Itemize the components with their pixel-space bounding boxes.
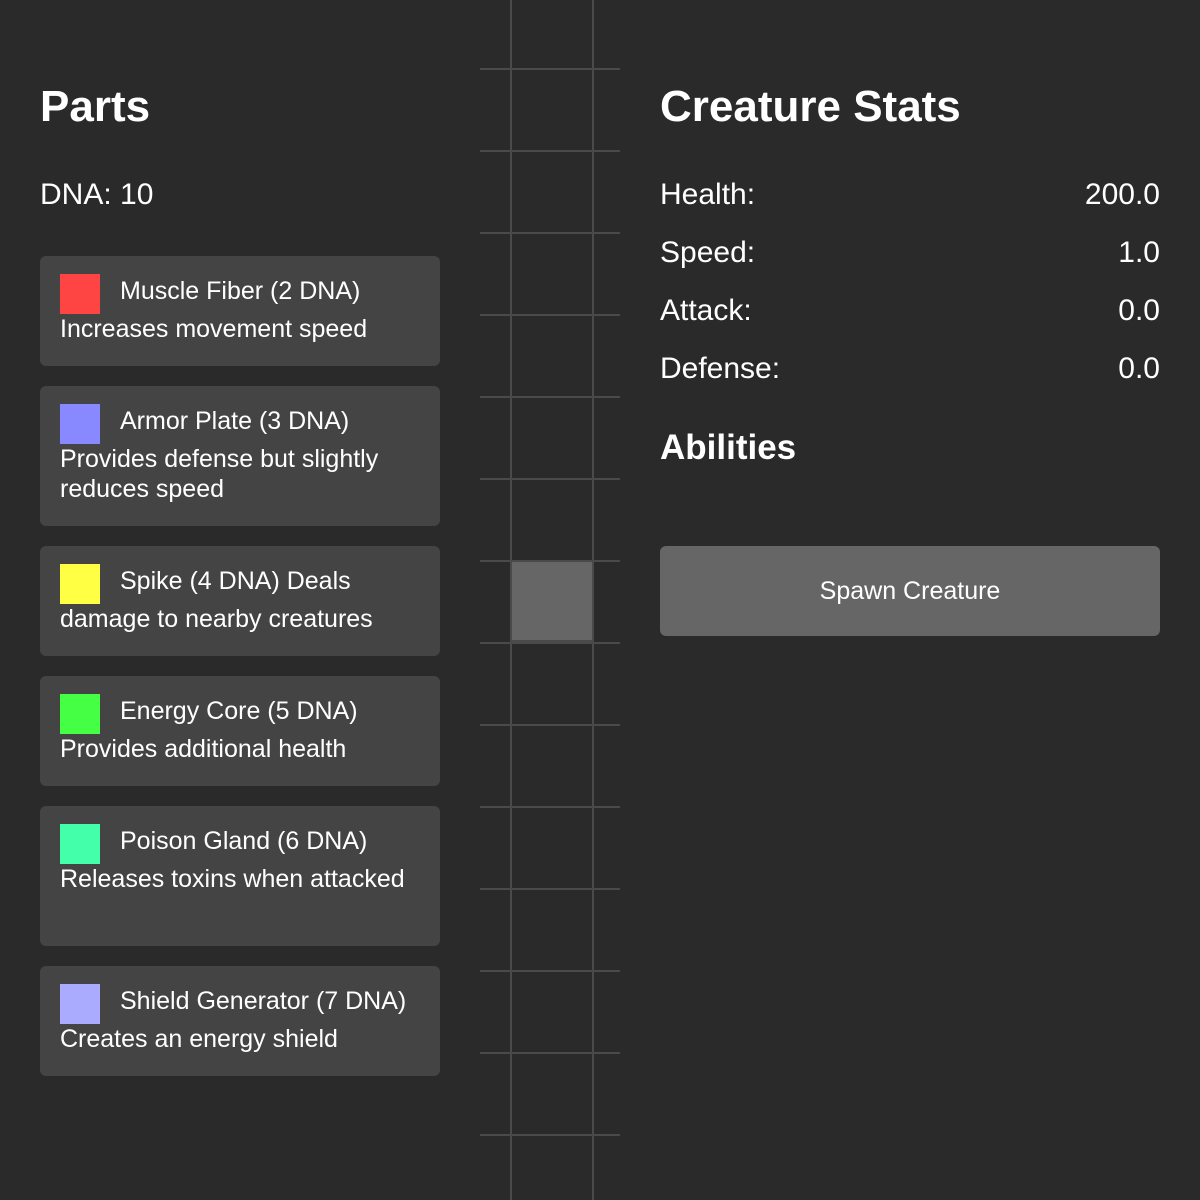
stat-label: Speed: [660, 236, 756, 269]
grid-line [480, 724, 620, 726]
spawn-creature-button[interactable]: Spawn Creature [660, 546, 1160, 636]
grid-line [480, 68, 620, 70]
part-name: Shield Generator (7 DNA) [120, 987, 407, 1015]
part-description: Provides defense but slightly reduces sp… [60, 445, 379, 503]
grid-line [480, 642, 620, 644]
stat-row-health: Health: 200.0 [660, 175, 1160, 215]
grid-cell-filled[interactable] [510, 560, 594, 642]
grid-line [480, 560, 620, 562]
part-card-poison-gland[interactable]: Poison Gland (6 DNA) Releases toxins whe… [40, 806, 440, 946]
grid-line [480, 1052, 620, 1054]
part-name: Energy Core (5 DNA) [120, 697, 358, 725]
stat-value: 200.0 [1084, 178, 1160, 211]
stat-label: Defense: [660, 352, 781, 385]
blue-color-swatch-icon [60, 404, 100, 444]
build-grid[interactable] [480, 0, 620, 1200]
stat-row-speed: Speed: 1.0 [660, 233, 1160, 273]
grid-line [480, 150, 620, 152]
part-name: Spike (4 DNA) [120, 567, 280, 595]
stat-row-attack: Attack: 0.0 [660, 291, 1160, 331]
parts-title: Parts [40, 82, 151, 131]
part-name: Poison Gland (6 DNA) [120, 827, 368, 855]
grid-line [480, 806, 620, 808]
part-name: Muscle Fiber (2 DNA) [120, 277, 361, 305]
stat-label: Health: [660, 178, 756, 211]
teal-color-swatch-icon [60, 824, 100, 864]
grid-line [480, 314, 620, 316]
part-card-energy-core[interactable]: Energy Core (5 DNA) Provides additional … [40, 676, 440, 786]
creature-editor: Parts DNA: 10 Muscle Fiber (2 DNA) Incre… [0, 0, 1200, 1200]
stat-value: 0.0 [1118, 352, 1160, 385]
part-list: Muscle Fiber (2 DNA) Increases movement … [40, 256, 440, 1096]
grid-line [480, 970, 620, 972]
grid-line [480, 396, 620, 398]
green-color-swatch-icon [60, 694, 100, 734]
part-card-muscle-fiber[interactable]: Muscle Fiber (2 DNA) Increases movement … [40, 256, 440, 366]
grid-line [480, 478, 620, 480]
lavender-color-swatch-icon [60, 984, 100, 1024]
stat-value: 0.0 [1118, 294, 1160, 327]
part-name: Armor Plate (3 DNA) [120, 407, 350, 435]
stat-row-defense: Defense: 0.0 [660, 349, 1160, 389]
part-description: Increases movement speed [60, 315, 368, 343]
part-description: Creates an energy shield [60, 1025, 338, 1053]
part-card-shield-generator[interactable]: Shield Generator (7 DNA) Creates an ener… [40, 966, 440, 1076]
grid-line [480, 888, 620, 890]
part-card-armor-plate[interactable]: Armor Plate (3 DNA) Provides defense but… [40, 386, 440, 526]
part-description: Releases toxins when attacked [60, 865, 405, 893]
yellow-color-swatch-icon [60, 564, 100, 604]
part-description: Provides additional health [60, 735, 347, 763]
stat-value: 1.0 [1118, 236, 1160, 269]
part-card-spike[interactable]: Spike (4 DNA) Deals damage to nearby cre… [40, 546, 440, 656]
abilities-title: Abilities [660, 428, 797, 467]
grid-line [480, 1134, 620, 1136]
stat-label: Attack: [660, 294, 752, 327]
stats-title: Creature Stats [660, 82, 961, 131]
red-color-swatch-icon [60, 274, 100, 314]
grid-line [480, 232, 620, 234]
dna-counter: DNA: 10 [40, 178, 154, 211]
